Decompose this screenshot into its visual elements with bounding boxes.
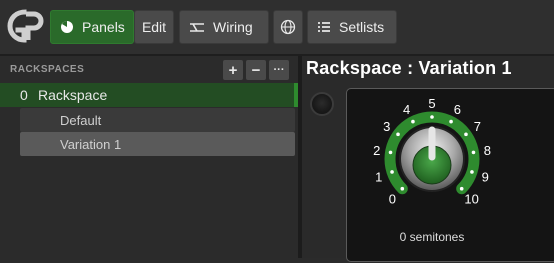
knob-scale-label: 7: [474, 119, 481, 134]
rackspace-menu-button[interactable]: ···: [269, 60, 289, 80]
rackspace-name: Rackspace: [38, 87, 108, 103]
knob-tick-dot: [411, 119, 415, 124]
rackspaces-panel: RACKSPACES + − ··· 0 Rackspace Default V…: [0, 56, 298, 258]
led-indicator[interactable]: [310, 92, 334, 116]
add-rackspace-button[interactable]: +: [223, 60, 243, 80]
edit-button[interactable]: Edit: [134, 10, 174, 44]
wiring-button[interactable]: Wiring: [179, 10, 269, 44]
list-icon: [317, 21, 331, 33]
knob-scale-label: 5: [428, 96, 435, 111]
top-toolbar: Panels Edit Wiring Setlists: [0, 0, 554, 54]
rackspace-number: 0: [20, 87, 28, 103]
knob-scale-label: 8: [484, 143, 491, 158]
edit-button-label: Edit: [141, 19, 167, 35]
variation-item-default[interactable]: Default: [20, 108, 295, 132]
knob-scale-label: 10: [464, 192, 478, 207]
knob-tick-dot: [390, 170, 394, 174]
knob-scale-label: 1: [375, 169, 382, 184]
knob-tick-dot: [470, 170, 474, 174]
rackspaces-header: RACKSPACES: [10, 64, 85, 75]
variation-label: Variation 1: [60, 137, 122, 152]
knob-tick-dot: [388, 150, 393, 155]
knob-tick-dot: [464, 132, 468, 137]
globe-icon: [280, 19, 296, 35]
panels-icon: [60, 20, 74, 34]
knob-caption: 0 semitones: [399, 230, 465, 244]
knob-tick-dot: [430, 115, 434, 119]
knob-tick-dot: [400, 186, 405, 191]
knob-tick-dot: [459, 186, 464, 191]
knob-scale-label: 4: [403, 102, 410, 117]
knob-tick-dot: [396, 132, 400, 137]
variation-label: Default: [60, 113, 102, 128]
knob-scale-label: 6: [454, 102, 461, 117]
knob-tick-dot: [471, 150, 476, 155]
knob-scale-label: 2: [373, 143, 380, 158]
knob-scale-label: 0: [389, 192, 396, 207]
globe-button[interactable]: [273, 10, 303, 44]
panel-view: Rackspace : Variation 1 0 1 2 3 4 5 6 7 8 9 10 0 s…: [302, 56, 554, 262]
setlists-button-label: Setlists: [339, 19, 385, 35]
panels-button[interactable]: Panels: [50, 10, 134, 44]
remove-rackspace-button[interactable]: −: [246, 60, 266, 80]
knob-tick-dot: [449, 119, 453, 124]
widget-panel: 0 1 2 3 4 5 6 7 8 9 10 0 semitones: [346, 88, 554, 262]
gig-performer-logo[interactable]: [4, 8, 44, 44]
panels-button-label: Panels: [82, 19, 125, 35]
knob-scale-label: 9: [482, 169, 489, 184]
variation-item-variation-1[interactable]: Variation 1: [20, 132, 295, 156]
wiring-button-label: Wiring: [213, 19, 253, 35]
knob-scale-label: 3: [383, 119, 390, 134]
setlists-button[interactable]: Setlists: [307, 10, 397, 44]
rackspace-item[interactable]: 0 Rackspace: [0, 83, 298, 107]
wiring-icon: [189, 21, 205, 33]
panel-title: Rackspace : Variation 1: [306, 58, 512, 78]
